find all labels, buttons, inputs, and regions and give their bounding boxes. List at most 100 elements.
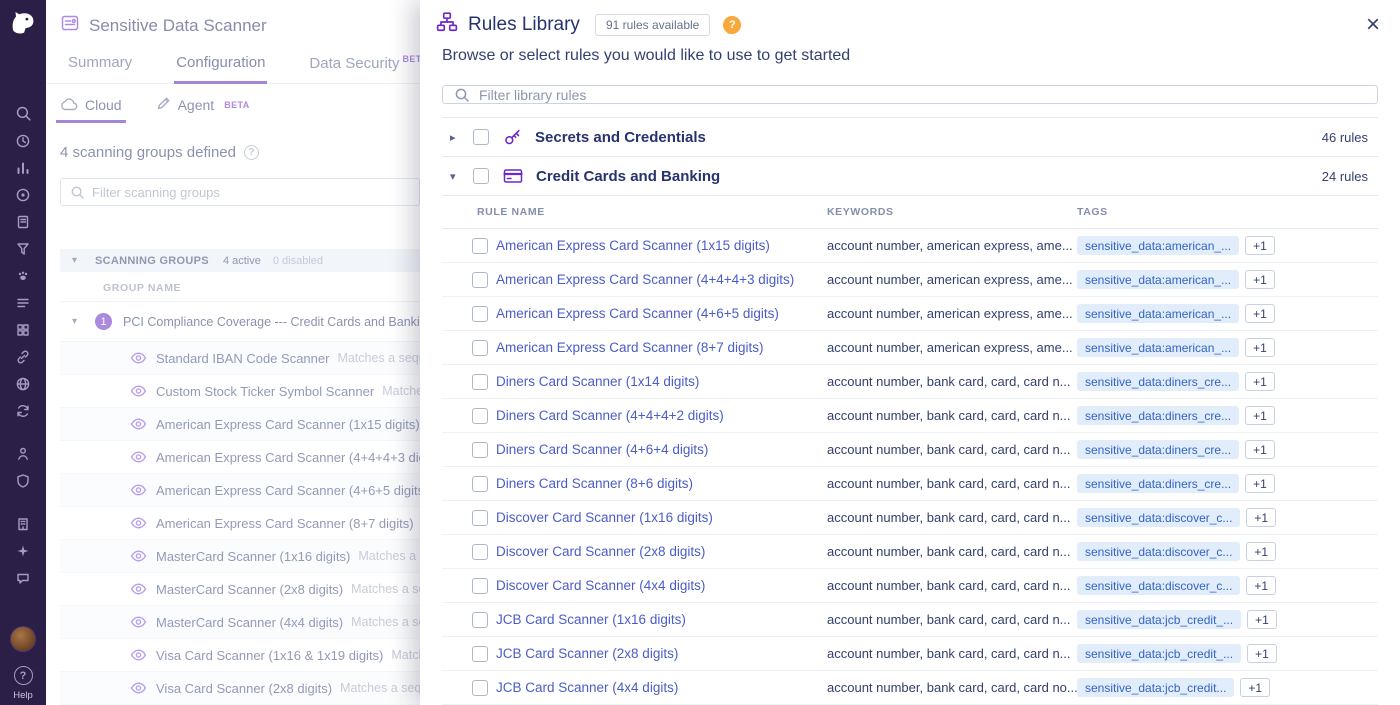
- tag-pill[interactable]: sensitive_data:diners_cre...: [1077, 372, 1239, 391]
- rule-checkbox[interactable]: [472, 408, 488, 424]
- rule-checkbox[interactable]: [472, 510, 488, 526]
- eye-icon: [130, 350, 147, 366]
- subtab-agent[interactable]: AgentBETA: [156, 96, 250, 123]
- tab-configuration[interactable]: Configuration: [176, 54, 265, 83]
- chevron-right-icon[interactable]: ▸: [450, 131, 466, 144]
- rule-checkbox[interactable]: [472, 374, 488, 390]
- logs-icon[interactable]: [9, 291, 37, 314]
- rule-checkbox[interactable]: [472, 544, 488, 560]
- history-icon[interactable]: [9, 129, 37, 152]
- eye-icon: [130, 614, 147, 630]
- tag-pill[interactable]: sensitive_data:diners_cre...: [1077, 406, 1239, 425]
- library-rule-row: Discover Card Scanner (4x4 digits)accoun…: [442, 569, 1378, 603]
- scanning-groups-search[interactable]: [60, 178, 420, 206]
- scanning-groups-search-input[interactable]: [92, 185, 410, 200]
- tag-more-pill[interactable]: +1: [1245, 406, 1275, 425]
- rule-checkbox[interactable]: [472, 442, 488, 458]
- tag-pill[interactable]: sensitive_data:american_...: [1077, 270, 1239, 289]
- rule-checkbox[interactable]: [472, 612, 488, 628]
- metrics-icon[interactable]: [9, 156, 37, 179]
- tag-pill[interactable]: sensitive_data:american_...: [1077, 304, 1239, 323]
- tag-more-pill[interactable]: +1: [1240, 678, 1270, 697]
- search-icon[interactable]: [9, 102, 37, 125]
- library-rule-row: American Express Card Scanner (4+6+5 dig…: [442, 297, 1378, 331]
- tag-pill[interactable]: sensitive_data:american_...: [1077, 236, 1239, 255]
- section-label: Secrets and Credentials: [535, 129, 706, 146]
- help-bubble-icon[interactable]: ?: [723, 16, 741, 34]
- library-rule-row: Diners Card Scanner (4+4+4+2 digits)acco…: [442, 399, 1378, 433]
- tag-pill[interactable]: sensitive_data:american_...: [1077, 338, 1239, 357]
- notebook-icon[interactable]: [9, 210, 37, 233]
- tag-pill[interactable]: sensitive_data:discover_c...: [1077, 508, 1240, 527]
- rule-checkbox[interactable]: [472, 238, 488, 254]
- datadog-logo-icon[interactable]: [8, 8, 38, 38]
- chevron-down-icon[interactable]: ▾: [72, 255, 77, 266]
- subtab-cloud[interactable]: Cloud: [60, 96, 122, 123]
- tag-pill[interactable]: sensitive_data:discover_c...: [1077, 576, 1240, 595]
- rule-checkbox[interactable]: [472, 306, 488, 322]
- panel-title: Rules Library: [468, 14, 580, 36]
- tag-pill[interactable]: sensitive_data:diners_cre...: [1077, 474, 1239, 493]
- eye-icon: [130, 680, 147, 696]
- tag-more-pill[interactable]: +1: [1247, 610, 1277, 629]
- tab-data-security[interactable]: Data SecurityBETA: [309, 54, 427, 83]
- paw-icon[interactable]: [9, 264, 37, 287]
- cicd-icon[interactable]: [9, 399, 37, 422]
- sparkles-icon[interactable]: [9, 539, 37, 562]
- chevron-down-icon[interactable]: ▾: [450, 170, 466, 183]
- section-credit-cards-and-banking[interactable]: ▾ Credit Cards and Banking 24 rules: [442, 157, 1378, 196]
- section-checkbox[interactable]: [473, 168, 489, 184]
- user-avatar[interactable]: [10, 626, 36, 652]
- integrations-icon[interactable]: [9, 345, 37, 368]
- tag-more-pill[interactable]: +1: [1247, 644, 1277, 663]
- rule-checkbox[interactable]: [472, 578, 488, 594]
- tag-more-pill[interactable]: +1: [1245, 372, 1275, 391]
- rum-icon[interactable]: [9, 442, 37, 465]
- tag-more-pill[interactable]: +1: [1245, 304, 1275, 323]
- tag-pill[interactable]: sensitive_data:diners_cre...: [1077, 440, 1239, 459]
- tag-pill[interactable]: sensitive_data:jcb_credit_...: [1077, 644, 1241, 663]
- panel-subtitle: Browse or select rules you would like to…: [420, 38, 1400, 65]
- tag-more-pill[interactable]: +1: [1246, 542, 1276, 561]
- beta-badge: BETA: [224, 100, 249, 110]
- rule-checkbox[interactable]: [472, 340, 488, 356]
- tag-more-pill[interactable]: +1: [1245, 270, 1275, 289]
- pipelines-icon[interactable]: [9, 237, 37, 260]
- synthetics-icon[interactable]: [9, 372, 37, 395]
- tag-more-pill[interactable]: +1: [1245, 474, 1275, 493]
- chevron-down-icon[interactable]: ▾: [72, 316, 77, 327]
- tag-more-pill[interactable]: +1: [1245, 338, 1275, 357]
- close-icon[interactable]: ×: [1360, 13, 1386, 37]
- help-icon[interactable]: ?: [14, 666, 33, 685]
- support-chat-icon[interactable]: [9, 566, 37, 589]
- tag-more-pill[interactable]: +1: [1245, 440, 1275, 459]
- security-icon[interactable]: [9, 469, 37, 492]
- tab-summary[interactable]: Summary: [68, 54, 132, 83]
- credit-card-icon: [503, 166, 523, 186]
- group-priority-badge: 1: [95, 313, 112, 330]
- rule-checkbox[interactable]: [472, 476, 488, 492]
- library-rules-search-input[interactable]: [479, 87, 1366, 103]
- section-checkbox[interactable]: [473, 129, 489, 145]
- library-rules-search[interactable]: [442, 85, 1378, 104]
- tag-pill[interactable]: sensitive_data:jcb_credit...: [1077, 678, 1234, 697]
- tag-more-pill[interactable]: +1: [1246, 576, 1276, 595]
- tag-more-pill[interactable]: +1: [1245, 236, 1275, 255]
- page-title: Sensitive Data Scanner: [89, 16, 267, 36]
- group-name: PCI Compliance Coverage --- Credit Cards…: [123, 315, 447, 329]
- tag-more-pill[interactable]: +1: [1246, 508, 1276, 527]
- tag-pill[interactable]: sensitive_data:discover_c...: [1077, 542, 1240, 561]
- table-band-title: SCANNING GROUPS: [95, 255, 209, 267]
- rule-checkbox[interactable]: [472, 646, 488, 662]
- rules-library-panel: Rules Library 91 rules available ? × Bro…: [420, 0, 1400, 705]
- rule-checkbox[interactable]: [472, 680, 488, 696]
- rule-checkbox[interactable]: [472, 272, 488, 288]
- section-secrets-and-credentials[interactable]: ▸ Secrets and Credentials 46 rules: [442, 118, 1378, 157]
- organization-icon[interactable]: [9, 512, 37, 535]
- rules-table-header: RULE NAME KEYWORDS TAGS: [442, 196, 1378, 229]
- infrastructure-icon[interactable]: [9, 318, 37, 341]
- tag-pill[interactable]: sensitive_data:jcb_credit_...: [1077, 610, 1241, 629]
- eye-icon: [130, 581, 147, 597]
- watchdog-icon[interactable]: [9, 183, 37, 206]
- groups-help-icon[interactable]: ?: [244, 145, 259, 160]
